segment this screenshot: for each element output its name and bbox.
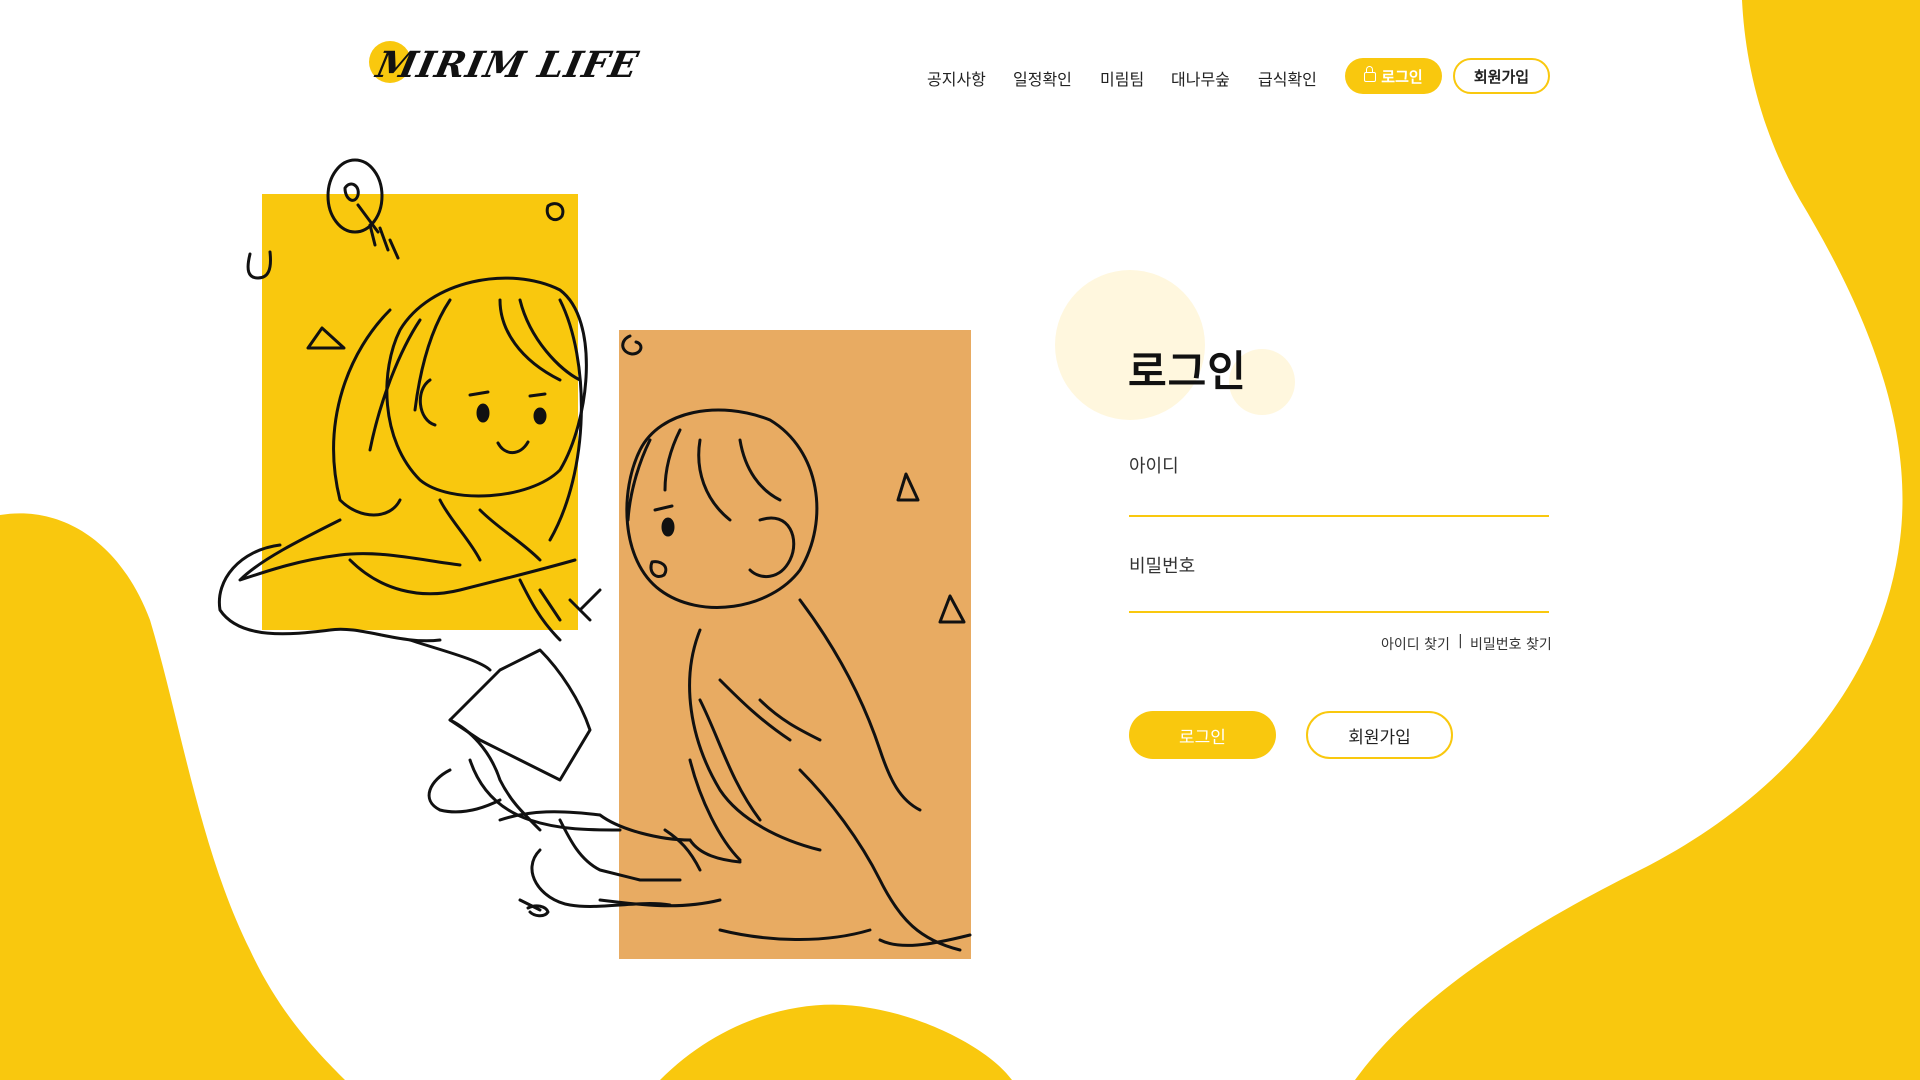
find-id-link[interactable]: 아이디 찾기 [1381, 634, 1450, 654]
students-illustration [217, 158, 972, 959]
password-label: 비밀번호 [1129, 556, 1196, 577]
id-input[interactable] [1129, 478, 1553, 514]
find-password-link[interactable]: 비밀번호 찾기 [1470, 634, 1552, 654]
login-title: 로그인 [1128, 347, 1247, 396]
id-label: 아이디 [1129, 456, 1179, 477]
login-submit-button[interactable]: 로그인 [1129, 711, 1276, 759]
password-input[interactable] [1129, 577, 1553, 613]
password-underline [1129, 611, 1549, 613]
id-underline [1129, 515, 1549, 517]
find-separator: | [1458, 633, 1463, 649]
login-submit-label: 로그인 [1179, 727, 1226, 748]
signup-button[interactable]: 회원가입 [1306, 711, 1453, 759]
peach-panel [619, 330, 971, 959]
signup-button-label: 회원가입 [1348, 727, 1411, 748]
yellow-panel [262, 194, 578, 630]
